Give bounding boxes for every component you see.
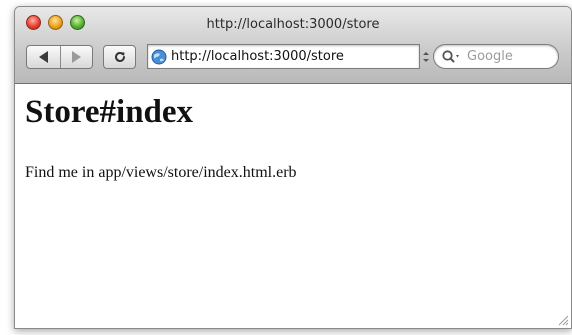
minimize-window-button[interactable] [48,15,63,30]
page-heading: Store#index [25,94,194,130]
browser-window: http://localhost:3000/store http://local… [14,6,572,329]
forward-arrow-icon [72,51,81,63]
globe-icon [151,49,167,64]
address-bar[interactable]: http://localhost:3000/store [147,44,420,69]
url-stepper-icon[interactable] [422,50,430,64]
title-bar: http://localhost:3000/store http://local… [15,7,571,84]
page-paragraph: Find me in app/views/store/index.html.er… [25,164,297,181]
search-placeholder: Google [467,49,513,64]
zoom-window-button[interactable] [70,15,85,30]
back-arrow-icon [39,51,48,63]
reload-button[interactable] [103,45,136,69]
reload-icon [114,52,125,62]
window-title: http://localhost:3000/store [206,17,380,32]
page-content: Store#index Find me in app/views/store/i… [15,84,571,328]
search-field[interactable]: Google [433,44,559,69]
address-text: http://localhost:3000/store [171,49,344,64]
close-window-button[interactable] [26,15,41,30]
back-button[interactable] [27,46,61,68]
forward-button[interactable] [60,46,92,68]
navigation-buttons [26,45,93,69]
search-icon [442,49,459,62]
resize-grip-icon[interactable] [558,315,569,326]
